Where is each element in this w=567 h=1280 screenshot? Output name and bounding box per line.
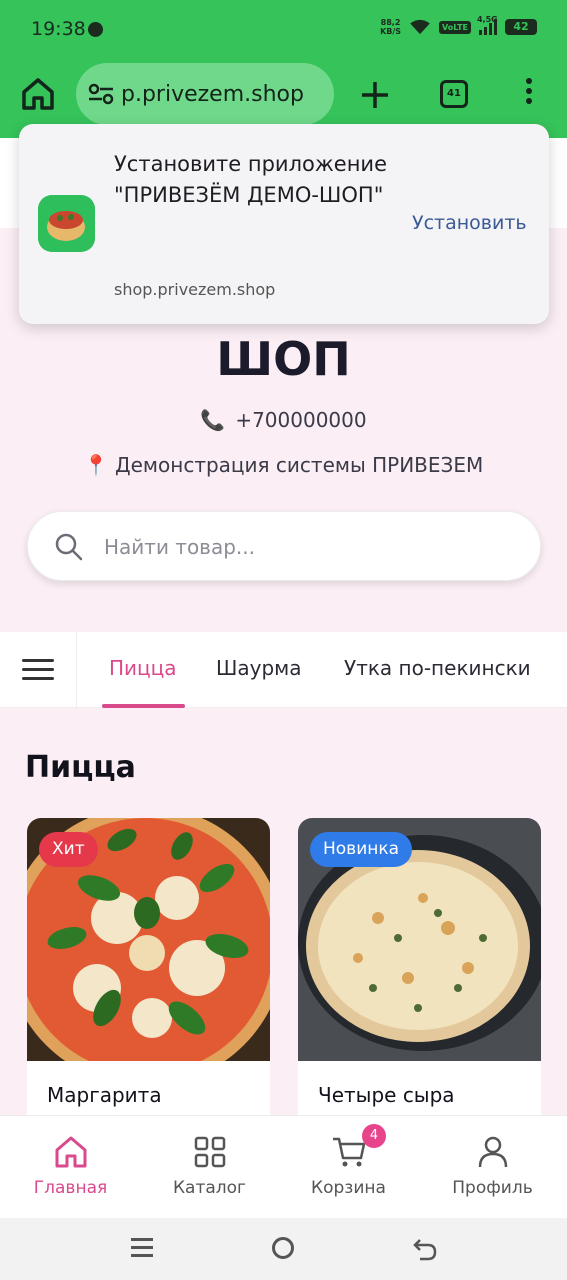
cart-count-badge: 4: [362, 1124, 386, 1148]
net-speed-value: 88,2: [380, 18, 401, 27]
tab-switcher-button[interactable]: 41: [440, 80, 468, 108]
nav-cart[interactable]: 4 Корзина: [278, 1116, 419, 1219]
phone-number[interactable]: +700000000: [235, 408, 366, 432]
address-text: Демонстрация системы ПРИВЕЗЕМ: [115, 453, 484, 477]
net-speed-unit: KB/S: [380, 27, 402, 36]
app-icon: [38, 195, 95, 252]
tab-pizza[interactable]: Пицца: [109, 656, 177, 680]
recent-apps-icon[interactable]: [131, 1238, 153, 1258]
system-nav-bar: [0, 1218, 567, 1280]
address-bar[interactable]: p.privezem.shop: [76, 63, 334, 125]
nav-cart-label: Корзина: [311, 1178, 386, 1198]
nav-catalog-label: Каталог: [172, 1178, 246, 1198]
tab-peking-duck[interactable]: Утка по-пекински: [344, 656, 531, 680]
product-name[interactable]: Четыре сыра: [318, 1083, 455, 1107]
product-card[interactable]: Новинка Четыре сыра: [298, 818, 541, 1138]
install-button[interactable]: Установить: [412, 212, 527, 234]
battery-icon: 42: [505, 19, 537, 35]
badge-hit: Хит: [39, 832, 98, 867]
status-time: 19:38: [31, 18, 86, 40]
category-nav: Пицца Шаурма Утка по-пекински: [0, 632, 567, 708]
url-text[interactable]: p.privezem.shop: [121, 82, 326, 107]
browser-toolbar: p.privezem.shop 41: [0, 60, 567, 130]
grid-icon: [194, 1136, 226, 1168]
nav-catalog[interactable]: Каталог: [139, 1116, 280, 1219]
install-banner-text: Установите приложение "ПРИВЕЗЁМ ДЕМО-ШОП…: [114, 152, 387, 207]
network-type: 4,5G: [477, 15, 498, 24]
home-icon: [55, 1136, 87, 1168]
net-speed: 88,2 KB/S: [380, 18, 401, 36]
search-icon: [55, 533, 83, 561]
menu-icon[interactable]: [0, 632, 77, 708]
phone-icon: 📞: [200, 408, 226, 432]
wifi-icon: [410, 19, 430, 35]
browser-chrome: 19:38 88,2 KB/S VoLTE 4,5G 42 p.privezem…: [0, 0, 567, 138]
nav-profile-label: Профиль: [452, 1178, 533, 1198]
battery-level: 42: [513, 20, 529, 33]
install-app-banner: Установите приложение "ПРИВЕЗЁМ ДЕМО-ШОП…: [19, 124, 549, 324]
product-name[interactable]: Маргарита: [47, 1083, 162, 1107]
store-phone[interactable]: 📞 +700000000: [0, 408, 567, 432]
more-menu-icon[interactable]: [520, 78, 538, 110]
new-tab-icon[interactable]: [358, 78, 392, 112]
site-settings-icon[interactable]: [88, 83, 114, 105]
product-card[interactable]: Хит Маргарита: [27, 818, 270, 1138]
user-icon: [478, 1136, 508, 1168]
search-box[interactable]: [27, 511, 541, 581]
store-title: ШОП: [216, 332, 351, 386]
status-icons: 88,2 KB/S VoLTE 4,5G 42: [380, 15, 537, 36]
location-pin-icon: 📍: [83, 453, 109, 477]
timer-icon: [88, 22, 103, 37]
nav-home-label: Главная: [33, 1178, 108, 1198]
status-bar: 19:38 88,2 KB/S VoLTE 4,5G 42: [0, 0, 567, 60]
tab-count: 41: [447, 88, 461, 99]
store-address: 📍 Демонстрация системы ПРИВЕЗЕМ: [0, 453, 567, 477]
nav-home[interactable]: Главная: [0, 1116, 141, 1219]
system-home-icon[interactable]: [272, 1237, 294, 1259]
active-tab-indicator: [102, 704, 185, 708]
volte-badge: VoLTE: [439, 20, 471, 34]
back-icon[interactable]: [412, 1236, 438, 1262]
browser-home-icon[interactable]: [18, 74, 58, 114]
search-input[interactable]: [104, 527, 504, 567]
nav-profile[interactable]: Профиль: [422, 1116, 563, 1219]
install-banner-host: shop.privezem.shop: [114, 280, 276, 299]
section-title: Пицца: [25, 750, 136, 785]
signal-icon: 4,5G: [477, 15, 498, 35]
badge-new: Новинка: [310, 832, 413, 867]
tab-shawarma[interactable]: Шаурма: [216, 656, 302, 680]
bottom-nav: Главная Каталог 4 Корзина Профиль: [0, 1115, 567, 1218]
